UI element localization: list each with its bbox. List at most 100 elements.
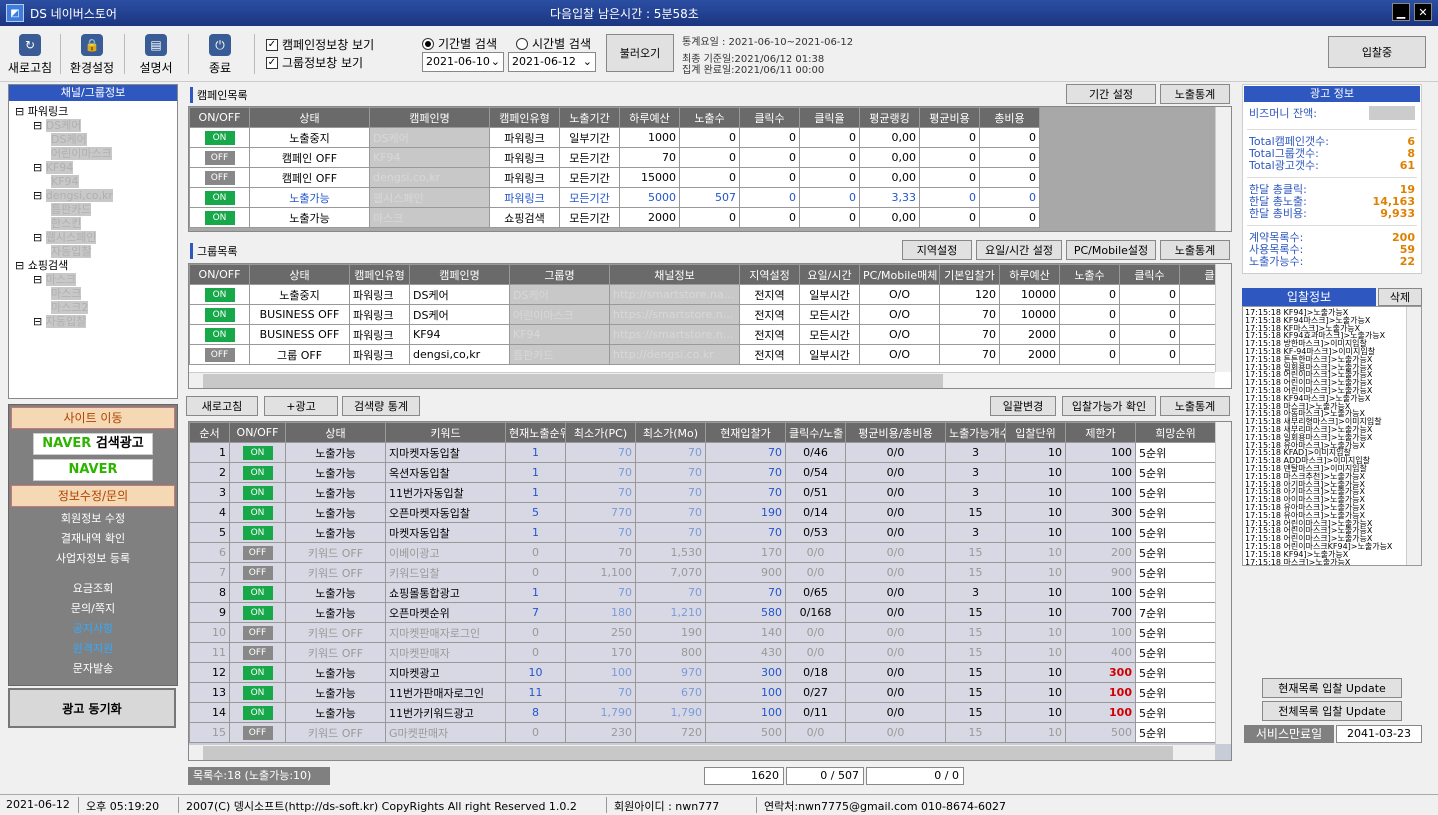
daytime-setting-button[interactable]: 요일/시간 설정 — [976, 240, 1062, 260]
keyword-col-header[interactable]: ON/OFF — [229, 422, 286, 443]
bulk-change-button[interactable]: 일괄변경 — [990, 396, 1056, 416]
ad-sync-button[interactable]: 광고 동기화 — [8, 688, 176, 728]
campaign-col-header[interactable]: 평균비용 — [919, 107, 980, 128]
onoff-toggle[interactable]: ON — [229, 442, 286, 463]
tree-node[interactable]: KF94 — [15, 175, 171, 189]
onoff-toggle[interactable]: ON — [229, 662, 286, 683]
group-row[interactable]: ON BUSINESS OFF 파워링크 KF94 KF94 https://smarts… — [189, 324, 1231, 345]
keyword-col-header[interactable]: 키워드 — [385, 422, 506, 443]
campaign-col-header[interactable]: 총비용 — [979, 107, 1040, 128]
channel-tree[interactable]: ⊟ 파워링크 ⊟ DS케어 DS케어 어린이마스크 ⊟ KF94 KF94 ⊟ dengsi… — [9, 101, 177, 333]
nav-fee[interactable]: 요금조회 — [9, 579, 177, 599]
tree-expander[interactable]: ⊟ — [15, 259, 28, 272]
tree-expander[interactable]: ⊟ — [15, 105, 28, 118]
campaign-col-header[interactable]: 평균랭킹 — [859, 107, 920, 128]
keyword-row[interactable]: 7 OFF 키워드 OFF 키워드입찰 0 1,100 7,070 900 0/0 0/0 15 10… — [189, 562, 1216, 583]
close-button[interactable]: ✕ — [1414, 3, 1432, 21]
nav-payment[interactable]: 결재내역 확인 — [9, 529, 177, 549]
group-col-header[interactable]: 요일/시간 — [799, 264, 860, 285]
group-col-header[interactable]: 하루예산 — [999, 264, 1060, 285]
keyword-col-header[interactable]: 입찰단위 — [1005, 422, 1066, 443]
keyword-row[interactable]: 13 ON 노출가능 11번가판매자로그인 11 70 670 100 0/27 0/0 15 10 1… — [189, 682, 1216, 703]
delete-log-button[interactable]: 삭제 — [1378, 288, 1422, 306]
group-col-header[interactable]: 기본입찰가 — [939, 264, 1000, 285]
bidding-button[interactable]: 입찰중 — [1328, 36, 1426, 68]
tree-node[interactable]: ⊟ 자동입찰 — [15, 315, 171, 329]
onoff-toggle[interactable]: ON — [189, 284, 250, 305]
keyword-row[interactable]: 5 ON 노출가능 마켓자동입찰 1 70 70 70 0/53 0/0 3 10 100 5순위 — [189, 522, 1216, 543]
tree-node[interactable]: ⊟ KF94 — [15, 161, 171, 175]
period-search-radio[interactable]: 기간별 검색 — [422, 35, 497, 52]
onoff-toggle[interactable]: OFF — [189, 344, 250, 365]
keyword-row[interactable]: 9 ON 노출가능 오픈마켓순위 7 180 1,210 580 0/168 0/0 15 10 700… — [189, 602, 1216, 623]
tree-node[interactable]: ⊟ 웹시스페인 — [15, 231, 171, 245]
campaign-col-header[interactable]: 상태 — [249, 107, 370, 128]
onoff-toggle[interactable]: ON — [189, 127, 250, 148]
keyword-col-header[interactable]: 노출가능개수 — [945, 422, 1006, 443]
onoff-toggle[interactable]: ON — [229, 482, 286, 503]
date-from-picker[interactable]: 2021-06-10 ⌄ — [422, 52, 504, 72]
tree-node[interactable]: 마스크2 — [15, 301, 171, 315]
keyword-col-header[interactable]: 순서 — [189, 422, 230, 443]
campaign-col-header[interactable]: 캠페인유형 — [489, 107, 560, 128]
naver-link[interactable]: NAVER — [33, 459, 153, 481]
nav-notice[interactable]: 공지사항 — [9, 619, 177, 639]
group-scrollbar-v[interactable] — [1215, 264, 1231, 372]
onoff-toggle[interactable]: ON — [229, 682, 286, 703]
onoff-toggle[interactable]: ON — [229, 602, 286, 623]
load-button[interactable]: 불러오기 — [606, 34, 674, 72]
campaign-info-checkbox[interactable]: ✓ 캠페인정보창 보기 — [266, 36, 374, 53]
nav-business-info[interactable]: 사업자정보 등록 — [9, 549, 177, 569]
date-to-picker[interactable]: 2021-06-12 ⌄ — [508, 52, 596, 72]
campaign-col-header[interactable]: 노출수 — [679, 107, 740, 128]
onoff-toggle[interactable]: OFF — [229, 722, 286, 743]
campaign-col-header[interactable]: 노출기간 — [559, 107, 620, 128]
bid-check-button[interactable]: 입찰가능가 확인 — [1062, 396, 1156, 416]
campaign-col-header[interactable]: 클릭수 — [739, 107, 800, 128]
region-setting-button[interactable]: 지역설정 — [902, 240, 972, 260]
onoff-toggle[interactable]: OFF — [229, 642, 286, 663]
onoff-toggle[interactable]: ON — [189, 187, 250, 208]
exit-button[interactable]: ⏻ 종료 — [192, 34, 248, 80]
campaign-row[interactable]: OFF 캠페인 OFF dengsi,co,kr 파워링크 모든기간 15000 0 0 0 0,… — [189, 167, 1040, 188]
keyword-col-header[interactable]: 희망순위 — [1135, 422, 1216, 443]
onoff-toggle[interactable]: ON — [189, 304, 250, 325]
search-volume-button[interactable]: 검색량 통계 — [342, 396, 420, 416]
onoff-toggle[interactable]: ON — [229, 502, 286, 523]
onoff-toggle[interactable]: OFF — [189, 147, 250, 168]
group-col-header[interactable]: 채널정보 — [609, 264, 740, 285]
tree-expander[interactable]: ⊟ — [33, 119, 46, 132]
onoff-toggle[interactable]: ON — [229, 702, 286, 723]
group-col-header[interactable]: 노출수 — [1059, 264, 1120, 285]
onoff-toggle[interactable]: ON — [229, 582, 286, 603]
onoff-toggle[interactable]: ON — [229, 462, 286, 483]
keyword-row[interactable]: 11 OFF 키워드 OFF 지마켓판매자 0 170 800 430 0/0 0/0 15 10 40… — [189, 642, 1216, 663]
tree-expander[interactable]: ⊟ — [33, 161, 46, 174]
group-info-checkbox[interactable]: ✓ 그룹정보창 보기 — [266, 54, 363, 71]
group-row[interactable]: ON BUSINESS OFF 파워링크 DS케어 어린이마스크 https://smar… — [189, 304, 1231, 325]
onoff-toggle[interactable]: OFF — [229, 562, 286, 583]
group-col-header[interactable]: 상태 — [249, 264, 350, 285]
keyword-row[interactable]: 10 OFF 키워드 OFF 지마켓판매자로그인 0 250 190 140 0/0 0/0 15 1… — [189, 622, 1216, 643]
minimize-button[interactable]: ▁ — [1392, 3, 1410, 21]
update-all-button[interactable]: 전체목록 입찰 Update — [1262, 701, 1402, 721]
keyword-col-header[interactable]: 최소가(PC) — [565, 422, 636, 443]
bid-log-scrollbar[interactable] — [1406, 307, 1421, 565]
keyword-row[interactable]: 6 OFF 키워드 OFF 이베이광고 0 70 1,530 170 0/0 0/0 15 10 200… — [189, 542, 1216, 563]
campaign-col-header[interactable]: 하루예산 — [619, 107, 680, 128]
tree-node[interactable]: ⊟ DS케어 — [15, 119, 171, 133]
tree-expander[interactable]: ⊟ — [33, 189, 46, 202]
settings-button[interactable]: 🔒 환경설정 — [64, 34, 120, 80]
keyword-col-header[interactable]: 평균비용/총비용 — [845, 422, 946, 443]
campaign-col-header[interactable]: 클릭율 — [799, 107, 860, 128]
keyword-row[interactable]: 1 ON 노출가능 지마켓자동입찰 1 70 70 70 0/46 0/0 3 10 100 5순위 — [189, 442, 1216, 463]
campaign-stats-button[interactable]: 노출통계 — [1160, 84, 1230, 104]
time-search-radio[interactable]: 시간별 검색 — [516, 35, 591, 52]
keyword-row[interactable]: 14 ON 노출가능 11번가키워드광고 8 1,790 1,790 100 0/11 0/0 15… — [189, 702, 1216, 723]
onoff-toggle[interactable]: ON — [229, 522, 286, 543]
group-col-header[interactable]: 클릭수 — [1119, 264, 1180, 285]
group-col-header[interactable]: 그룹명 — [509, 264, 610, 285]
group-row[interactable]: ON 노출중지 파워링크 DS케어 DS케어 http://smartstore.na..… — [189, 284, 1231, 305]
keyword-col-header[interactable]: 제한가 — [1065, 422, 1136, 443]
keyword-scrollbar-v[interactable] — [1215, 422, 1231, 744]
